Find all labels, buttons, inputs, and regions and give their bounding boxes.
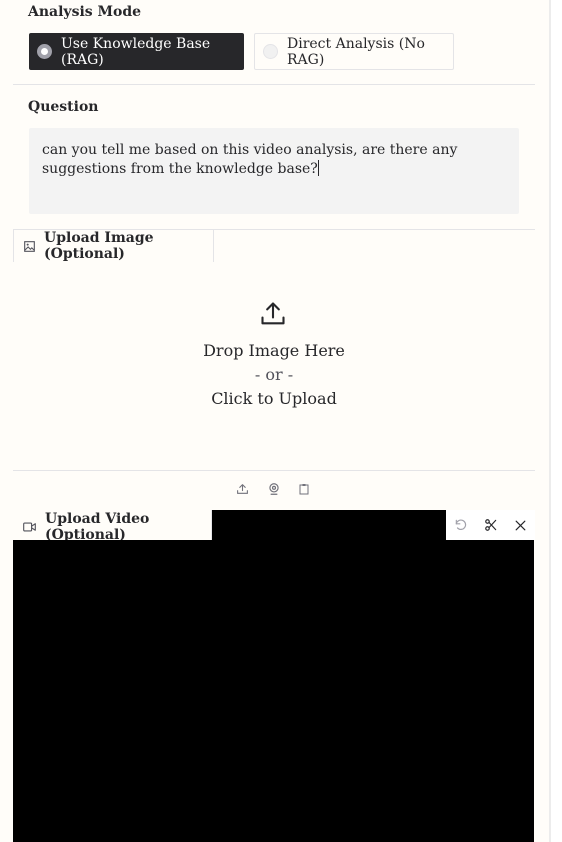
text-caret: [317, 160, 319, 176]
video-player[interactable]: [13, 540, 534, 842]
click-to-upload-text: Click to Upload: [211, 389, 337, 408]
image-icon: [24, 240, 35, 252]
radio-label-rag: Use Knowledge Base (RAG): [61, 35, 211, 68]
question-textarea[interactable]: can you tell me based on this video anal…: [29, 128, 519, 214]
close-icon[interactable]: [505, 510, 535, 540]
analysis-mode-label: Analysis Mode: [28, 4, 142, 20]
upload-image-label: Upload Image (Optional): [44, 230, 154, 262]
question-text: can you tell me based on this video anal…: [42, 142, 458, 177]
scrollbar-edge: [549, 0, 551, 842]
question-label: Question: [28, 99, 99, 115]
divider: [13, 84, 535, 85]
drop-image-text: Drop Image Here: [203, 341, 345, 360]
undo-icon[interactable]: [446, 510, 476, 540]
divider: [13, 470, 535, 471]
radio-use-knowledge-base[interactable]: Use Knowledge Base (RAG): [29, 33, 244, 70]
radio-selected-indicator: [37, 44, 52, 59]
upload-video-tab: Upload Video (Optional): [13, 510, 212, 543]
upload-video-label: Upload Video (Optional): [45, 510, 150, 543]
radio-label-norag: Direct Analysis (No RAG): [287, 35, 425, 68]
upload-icon[interactable]: [236, 482, 249, 496]
image-dropzone[interactable]: Drop Image Here - or - Click to Upload: [13, 262, 535, 470]
video-camera-icon: [23, 521, 36, 532]
video-preview-top: [212, 510, 446, 541]
trim-icon[interactable]: [476, 510, 506, 540]
video-toolbar: [446, 510, 535, 540]
upload-image-tab: Upload Image (Optional): [13, 229, 214, 262]
radio-direct-analysis[interactable]: Direct Analysis (No RAG): [254, 33, 454, 70]
webcam-icon[interactable]: [267, 482, 281, 496]
or-text: - or -: [254, 365, 294, 384]
app-panel: Analysis Mode Use Knowledge Base (RAG) D…: [0, 0, 549, 842]
radio-unselected-indicator: [263, 44, 278, 59]
clipboard-icon[interactable]: [298, 482, 310, 496]
upload-icon: [261, 302, 285, 325]
